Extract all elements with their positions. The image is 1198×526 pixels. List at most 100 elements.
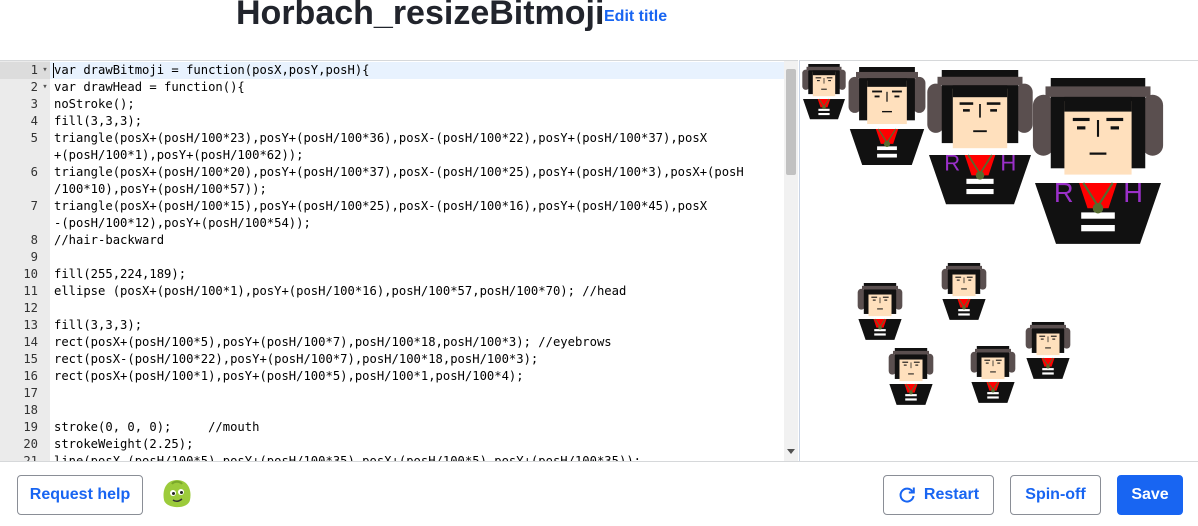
code-text[interactable]: var drawHead = function(){ [54, 79, 245, 96]
code-line[interactable]: 11 ellipse (posX+(posH/100*1),posY+(posH/… [0, 283, 784, 300]
eye [1077, 126, 1086, 130]
code-line[interactable]: 10 fill(255,224,189); [0, 266, 784, 283]
bitmoji-figure [802, 64, 846, 120]
line-number: 5 [30, 131, 38, 145]
eyebrow [966, 276, 973, 278]
nose [823, 78, 825, 84]
bangs [867, 78, 907, 87]
code-text[interactable]: rect(posX+(posH/100*1),posY+(posH/100*5)… [54, 368, 524, 385]
line-number: 16 [23, 369, 38, 383]
eyebrow [1072, 117, 1090, 122]
code-text[interactable]: /100*10),posY+(posH/100*57)); [54, 181, 267, 198]
shirt-stripe [1081, 225, 1115, 232]
code-line[interactable]: 9 [0, 249, 784, 266]
code-text[interactable]: triangle(posX+(posH/100*20),posY+(posH/1… [54, 164, 744, 181]
restart-button[interactable]: Restart [883, 475, 994, 515]
headband [806, 66, 842, 71]
editor-scrollbar[interactable] [784, 61, 798, 461]
code-line[interactable]: 4 fill(3,3,3); [0, 113, 784, 130]
eye [828, 80, 831, 82]
code-line[interactable]: 6 triangle(posX+(posH/100*20),posY+(posH/… [0, 164, 784, 181]
headband [856, 71, 918, 79]
code-line[interactable]: 3 noStroke(); [0, 96, 784, 113]
line-number: 15 [23, 352, 38, 366]
nose [886, 91, 888, 102]
code-text[interactable]: rect(posX+(posH/100*5),posY+(posH/100*7)… [54, 334, 612, 351]
code-line[interactable]: 12 [0, 300, 784, 317]
code-line[interactable]: /100*10),posY+(posH/100*57)); [0, 181, 784, 198]
code-line[interactable]: 2 ▾ var drawHead = function(){ [0, 79, 784, 96]
headband [975, 348, 1011, 353]
request-help-button[interactable]: Request help [17, 475, 143, 515]
code-line[interactable]: 21 line(posX-(posH/100*5),posY+(posH/100*… [0, 453, 784, 461]
line-number: 18 [23, 403, 38, 417]
code-text[interactable]: fill(3,3,3); [54, 317, 142, 334]
eyebrow [913, 361, 920, 363]
bitmoji-figure [857, 283, 903, 340]
code-line[interactable]: +(posH/100*1),posY+(posH/100*62)); [0, 147, 784, 164]
eyebrow [959, 102, 974, 105]
face [1064, 101, 1132, 175]
headband [862, 285, 898, 290]
code-text[interactable]: line(posX-(posH/100*5),posY+(posH/100*35… [54, 453, 641, 461]
pendant [878, 325, 882, 330]
code-text[interactable]: stroke(0, 0, 0); //mouth [54, 419, 259, 436]
code-line[interactable]: 13 fill(3,3,3); [0, 317, 784, 334]
code-line[interactable]: 16 rect(posX+(posH/100*1),posY+(posH/100*… [0, 368, 784, 385]
code-line[interactable]: 17 [0, 385, 784, 402]
face [952, 270, 976, 297]
scrollbar-thumb[interactable] [786, 69, 796, 175]
code-text[interactable]: fill(3,3,3); [54, 113, 142, 130]
pendant [1092, 202, 1104, 214]
code-editor[interactable]: 1 ▾ var drawBitmoji = function(posX,posY,p… [0, 60, 798, 461]
code-text[interactable]: noStroke(); [54, 96, 135, 113]
code-line[interactable]: 1 ▾ var drawBitmoji = function(posX,posY,p… [0, 62, 784, 79]
letter-h: H [1123, 177, 1143, 208]
face [899, 355, 923, 382]
face [812, 71, 836, 97]
code-text[interactable]: ellipse (posX+(posH/100*1),posY+(posH/10… [54, 283, 626, 300]
fold-arrow-icon[interactable]: ▾ [40, 62, 50, 79]
save-button[interactable]: Save [1117, 475, 1183, 515]
pendant [975, 171, 985, 180]
edit-title-link[interactable]: Edit title [604, 8, 667, 26]
scroll-down-arrow-icon[interactable] [787, 449, 795, 454]
bitmoji-figure: RH [927, 70, 1033, 205]
code-line[interactable]: 18 [0, 402, 784, 419]
pendant [883, 140, 891, 147]
code-text[interactable]: var drawBitmoji = function(posX,posY,pos… [54, 62, 370, 79]
code-text[interactable]: //hair-backward [54, 232, 164, 249]
code-line[interactable]: 5 triangle(posX+(posH/100*23),posY+(posH/… [0, 130, 784, 147]
code-text[interactable]: rect(posX-(posH/100*22),posY+(posH/100*7… [54, 351, 538, 368]
fold-arrow-icon[interactable]: ▾ [40, 79, 50, 96]
code-text[interactable]: strokeWeight(2.25); [54, 436, 193, 453]
code-text[interactable]: fill(255,224,189); [54, 266, 186, 283]
face [981, 353, 1005, 380]
code-line[interactable]: 15 rect(posX-(posH/100*22),posY+(posH/100… [0, 351, 784, 368]
line-number: 1 [30, 63, 38, 77]
line-number: 4 [30, 114, 38, 128]
nose [1047, 336, 1049, 343]
line-number: 7 [30, 199, 38, 213]
program-output-canvas[interactable]: RHRH [799, 60, 1198, 461]
shirt-stripe [905, 398, 917, 401]
eye [884, 299, 888, 301]
code-line[interactable]: -(posH/100*12),posY+(posH/100*54)); [0, 215, 784, 232]
code-line[interactable]: 20 strokeWeight(2.25); [0, 436, 784, 453]
code-line[interactable]: 19 stroke(0, 0, 0); //mouth [0, 419, 784, 436]
eye [968, 279, 972, 281]
code-line[interactable]: 14 rect(posX+(posH/100*5),posY+(posH/100*… [0, 334, 784, 351]
eyebrow [986, 102, 1001, 105]
code-text[interactable]: -(posH/100*12),posY+(posH/100*54)); [54, 215, 311, 232]
letter-r: R [1054, 177, 1074, 208]
code-text[interactable]: +(posH/100*1),posY+(posH/100*62)); [54, 147, 303, 164]
code-line[interactable]: 8 //hair-backward [0, 232, 784, 249]
spin-off-button[interactable]: Spin-off [1010, 475, 1101, 515]
code-text[interactable]: triangle(posX+(posH/100*23),posY+(posH/1… [54, 130, 707, 147]
code-text[interactable]: triangle(posX+(posH/100*15),posY+(posH/1… [54, 198, 707, 215]
bangs [952, 269, 976, 275]
face [952, 88, 1008, 149]
code-line[interactable]: 7 triangle(posX+(posH/100*15),posY+(posH/… [0, 198, 784, 215]
pendant [909, 390, 913, 395]
eyebrow [891, 90, 902, 93]
